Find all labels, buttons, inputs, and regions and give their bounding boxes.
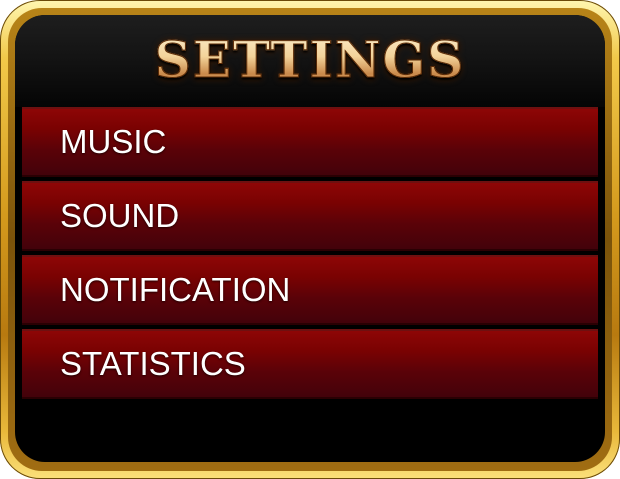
menu-item-label: NOTIFICATION — [60, 271, 291, 308]
menu-item-label: MUSIC — [60, 123, 167, 160]
menu-item-statistics[interactable]: STATISTICS — [22, 329, 598, 399]
menu-item-notification[interactable]: NOTIFICATION — [22, 255, 598, 325]
settings-title: SETTINGS — [15, 25, 605, 95]
menu-item-sound[interactable]: SOUND — [22, 181, 598, 251]
menu-item-label: STATISTICS — [60, 345, 246, 382]
menu-item-music[interactable]: MUSIC — [22, 107, 598, 177]
settings-header: SETTINGS — [15, 15, 605, 107]
settings-dialog-frame: SETTINGS MUSIC SOUND NOTIFICATION STATIS… — [0, 0, 620, 479]
settings-panel: SETTINGS MUSIC SOUND NOTIFICATION STATIS… — [15, 15, 605, 462]
menu-item-label: SOUND — [60, 197, 180, 234]
